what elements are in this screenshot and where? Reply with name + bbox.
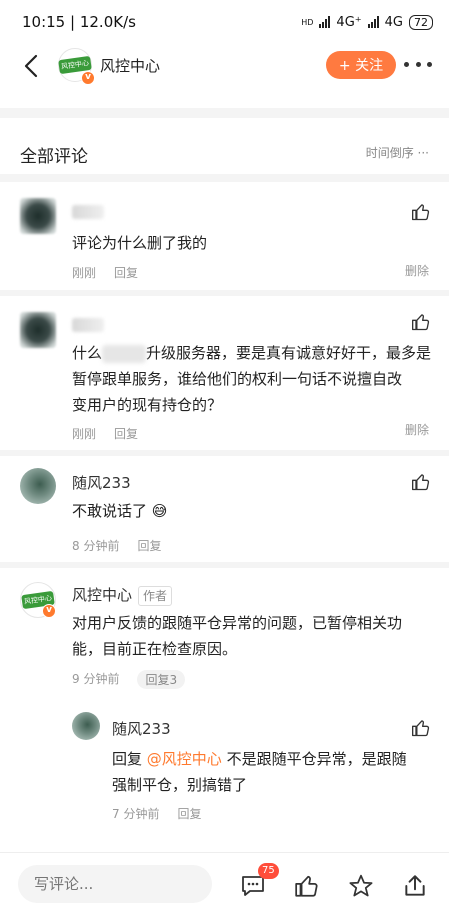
reply-button[interactable]: 回复: [114, 425, 138, 442]
divider: [0, 174, 449, 182]
divider: [0, 562, 449, 568]
reply-button[interactable]: 回复: [177, 805, 201, 822]
like-icon[interactable]: [411, 472, 431, 492]
more-dots-icon: ···: [417, 146, 429, 160]
comment-time: 8 分钟前: [72, 539, 120, 553]
status-right: HD 4G⁺ 4G 72: [301, 14, 433, 30]
comment-meta: 7 分钟前 回复: [112, 805, 201, 822]
comment-text-line: 对用户反馈的跟随平仓异常的问题，已暂停相关功: [72, 614, 403, 632]
delete-button[interactable]: 删除: [405, 262, 429, 279]
sweat-smile-emoji: 😅: [151, 502, 168, 520]
divider: [0, 108, 449, 118]
delete-button[interactable]: 删除: [405, 421, 429, 438]
account-avatar[interactable]: 风控中心 v: [58, 48, 95, 85]
divider: [0, 450, 449, 456]
comment-time: 9 分钟前: [72, 672, 120, 686]
star-icon[interactable]: [348, 873, 374, 899]
comment-text: 不敢说话了 😅: [72, 502, 168, 520]
like-icon[interactable]: [294, 873, 320, 899]
status-left: 10:15 | 12.0K/s: [22, 13, 136, 31]
network-type-2: 4G: [384, 14, 403, 30]
comment-count-badge: 75: [258, 863, 279, 879]
divider: [0, 290, 449, 296]
comments-title: 全部评论: [20, 147, 88, 167]
avatar[interactable]: [72, 712, 100, 740]
sort-label: 时间倒序: [365, 146, 414, 160]
comment-input[interactable]: [18, 865, 212, 903]
mention-link[interactable]: @风控中心: [147, 750, 222, 768]
reply-text-line: 回复 @风控中心 不是跟随平仓异常，是跟随: [112, 750, 407, 768]
comment-time: 刚刚: [72, 427, 97, 441]
verified-badge-icon: v: [42, 604, 56, 618]
comment-text: 评论为什么删了我的: [72, 234, 208, 252]
more-icon[interactable]: [404, 62, 432, 70]
nav-bar: 风控中心 v 风控中心 + 关注: [0, 44, 449, 88]
comment-time: 7 分钟前: [112, 807, 160, 821]
author-tag: 作者: [138, 585, 173, 606]
hd-icon: HD: [301, 17, 314, 27]
comments-header: 全部评论 时间倒序 ···: [0, 134, 449, 174]
username[interactable]: 随风233: [72, 472, 131, 493]
comment-meta: 刚刚 回复: [72, 425, 138, 442]
network-speed: 12.0K/s: [79, 13, 136, 31]
reply-button[interactable]: 回复: [114, 264, 138, 281]
comment-text-line: 暂停跟单服务，谁给他们的权利一句话不说擅自改: [72, 370, 403, 388]
avatar[interactable]: [20, 198, 56, 234]
like-icon[interactable]: [411, 202, 431, 222]
signal-icon-2: [367, 16, 379, 28]
network-type-1: 4G⁺: [336, 14, 362, 30]
comment-text: 什么 升级服务器，要是真有诚意好好干，最多是: [72, 344, 432, 363]
comment-time: 刚刚: [72, 266, 97, 280]
sort-button[interactable]: 时间倒序 ···: [366, 144, 429, 161]
back-icon[interactable]: [18, 52, 46, 80]
status-bar: 10:15 | 12.0K/s HD 4G⁺ 4G 72: [0, 0, 449, 44]
comment-text-line: 能，目前正在检查原因。: [72, 640, 238, 658]
username-blurred: [72, 318, 104, 332]
comment-meta: 刚刚 回复: [72, 264, 138, 281]
battery-icon: 72: [409, 14, 433, 30]
follow-button[interactable]: + 关注: [326, 51, 396, 79]
reply-text-line: 强制平仓，别搞错了: [112, 776, 248, 794]
like-icon[interactable]: [411, 312, 431, 332]
reply-button[interactable]: 回复: [137, 537, 161, 554]
blurred-word: [102, 344, 147, 363]
comment-meta: 8 分钟前 回复: [72, 537, 161, 554]
comment-text-line: 变用户的现有持仓的？: [72, 396, 223, 414]
verified-badge-icon: v: [81, 71, 95, 85]
username: 风控中心 作者: [72, 584, 173, 606]
avatar[interactable]: [20, 468, 56, 504]
username[interactable]: 随风233: [112, 718, 171, 739]
like-icon[interactable]: [411, 718, 431, 738]
page-title[interactable]: 风控中心: [100, 55, 160, 76]
reply-count-button[interactable]: 回复3: [137, 670, 186, 689]
bottom-bar: 75: [0, 852, 449, 919]
signal-icon: [319, 16, 331, 28]
username-blurred: [72, 205, 104, 219]
avatar[interactable]: [20, 312, 56, 348]
comment-meta: 9 分钟前 回复3: [72, 670, 186, 689]
share-icon[interactable]: [402, 873, 428, 899]
status-time: 10:15: [22, 13, 66, 31]
